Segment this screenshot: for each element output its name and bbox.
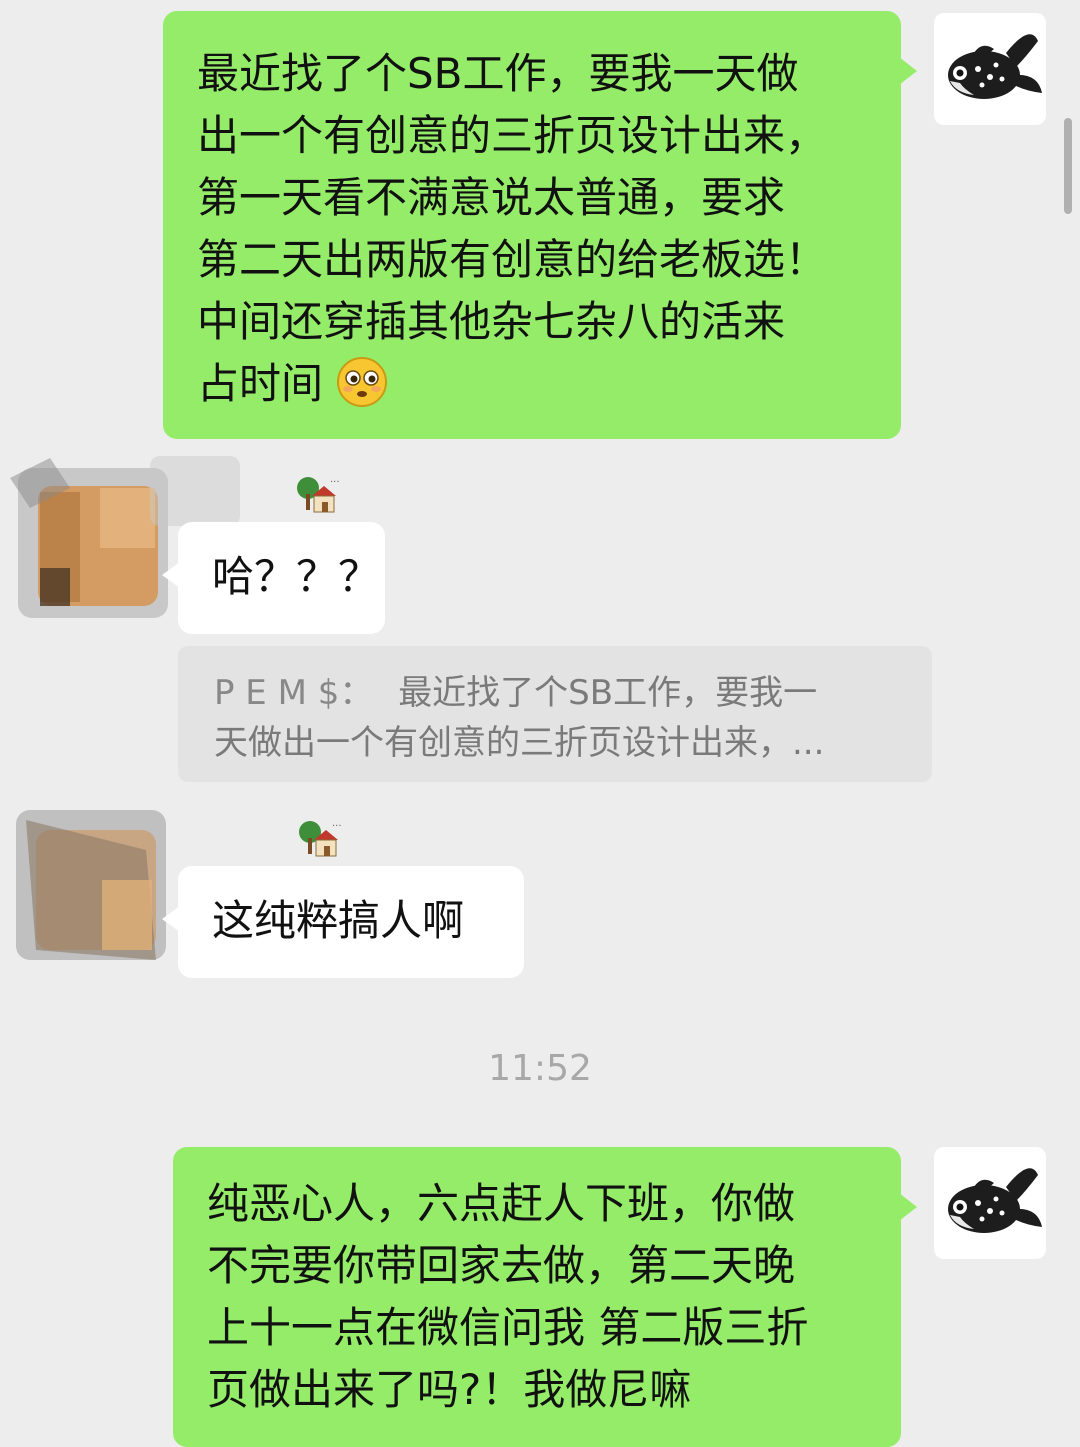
quote-line-1: P E M $： 最近找了个SB工作，要我一 [214,668,902,718]
bubble-tail [162,906,180,932]
bubble-tail [899,1193,917,1221]
message-line: 中间还穿插其他杂七杂八的活来 [197,297,786,346]
message-line: 不完要你带回家去做，第二天晚 [207,1241,796,1290]
quote-line-2: 天做出一个有创意的三折页设计出来，... [214,723,825,763]
house-tree-icon: ... [292,474,342,516]
message-bubble-other-2[interactable]: 这纯粹搞人啊 [162,866,524,978]
message-bubble-self-1[interactable]: 最近找了个SB工作，要我一天做 出一个有创意的三折页设计出来， 第一天看不满意说… [163,11,917,439]
message-line: 第二天出两版有创意的给老板选！ [197,235,828,284]
bubble-tail [899,57,917,85]
message-line-text: 占时间 [197,359,324,408]
bubble-tail [162,562,180,588]
name-smudge [150,456,240,526]
scrollbar[interactable] [1064,118,1072,214]
timestamp: 11:52 [488,1048,592,1089]
other-avatar[interactable] [6,790,178,980]
message-text: 这纯粹搞人啊 [212,896,465,945]
flushed-emoji-icon [336,356,388,408]
message-line: 第一天看不满意说太普通，要求 [197,173,786,222]
goldfish-avatar-icon [934,13,1046,125]
message-text: 哈？？？ [212,552,381,601]
message-line: 上十一点在微信问我 第二版三折 [207,1303,809,1352]
message-bubble-self-2[interactable]: 纯恶心人，六点赶人下班，你做 不完要你带回家去做，第二天晚 上十一点在微信问我 … [173,1147,917,1447]
message-line: 页做出来了吗?！我做尼嘛 [207,1365,692,1414]
message-bubble-other-1[interactable]: 哈？？？ [162,522,385,634]
quote-text-1: 最近找了个SB工作，要我一 [398,673,818,713]
blurred-avatar-icon [6,790,178,980]
message-line: 纯恶心人，六点赶人下班，你做 [207,1179,796,1228]
quoted-message[interactable]: P E M $： 最近找了个SB工作，要我一 天做出一个有创意的三折页设计出来，… [178,646,932,782]
svg-text:...: ... [332,818,342,829]
house-tree-icon: ... [294,818,344,860]
self-avatar[interactable] [934,13,1046,125]
message-line: 占时间 [197,353,871,415]
quote-sender: P E M $： [214,673,374,713]
svg-text:...: ... [330,474,340,485]
goldfish-avatar-icon [934,1147,1046,1259]
message-line: 出一个有创意的三折页设计出来， [197,111,828,160]
message-line: 最近找了个SB工作，要我一天做 [197,49,799,98]
self-avatar[interactable] [934,1147,1046,1259]
